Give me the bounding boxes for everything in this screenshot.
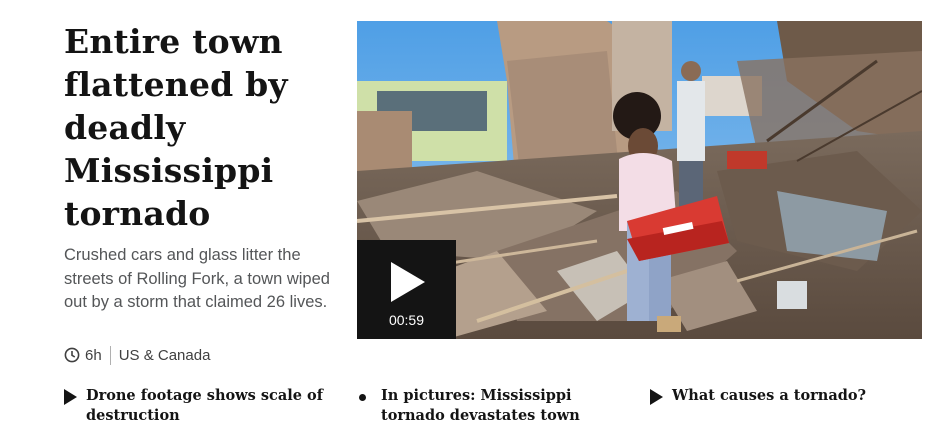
video-thumbnail[interactable]: 00:59: [357, 21, 922, 339]
related-link-text[interactable]: What causes a tornado?: [672, 386, 866, 406]
bullet-dot-icon: [359, 394, 366, 401]
related-link-what-causes[interactable]: What causes a tornado?: [650, 386, 866, 406]
section-link[interactable]: US & Canada: [119, 347, 211, 364]
headline-line: Mississippi: [64, 151, 274, 190]
timestamp: 6h: [85, 346, 102, 364]
headline-line: flattened by: [64, 65, 288, 104]
meta-divider: [109, 345, 111, 365]
related-link-drone-footage[interactable]: Drone footage shows scale of destruction: [64, 386, 323, 426]
headline-link[interactable]: Entire town flattened by deadly Mississi…: [64, 20, 344, 235]
play-triangle-icon: [650, 389, 663, 405]
play-icon: [391, 262, 425, 302]
related-link-text[interactable]: In pictures: Mississippi tornado devastat…: [381, 386, 580, 426]
related-link-in-pictures[interactable]: In pictures: Mississippi tornado devastat…: [359, 386, 580, 426]
video-play-button[interactable]: 00:59: [357, 240, 456, 339]
related-link-text[interactable]: Drone footage shows scale of destruction: [86, 386, 323, 426]
headline-line: tornado: [64, 194, 211, 233]
play-triangle-icon: [64, 389, 77, 405]
clock-icon: [64, 347, 80, 363]
headline-line: deadly: [64, 108, 186, 147]
video-duration: 00:59: [388, 312, 425, 328]
story-summary: Crushed cars and glass litter the street…: [64, 246, 330, 311]
headline-line: Entire town: [64, 22, 283, 61]
story-meta: 6h US & Canada: [64, 344, 210, 366]
